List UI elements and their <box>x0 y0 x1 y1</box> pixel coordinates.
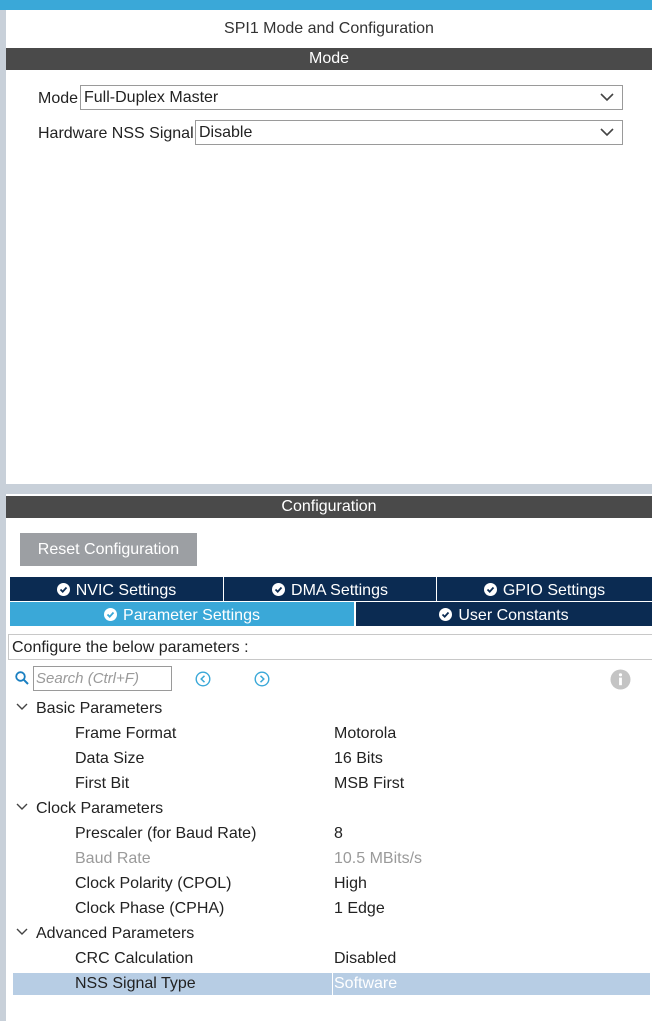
param-value: 16 Bits <box>334 750 383 767</box>
param-name: Clock Polarity (CPOL) <box>75 875 232 892</box>
panel-divider[interactable] <box>6 484 652 494</box>
param-name: Baud Rate <box>75 850 151 867</box>
param-name: Frame Format <box>75 725 177 742</box>
check-circle-icon <box>104 608 118 621</box>
tab-label: User Constants <box>458 607 569 624</box>
info-icon[interactable] <box>610 669 631 690</box>
tab-label: Parameter Settings <box>123 607 260 624</box>
tab-label: GPIO Settings <box>502 582 606 599</box>
param-row-prescaler[interactable]: Prescaler (for Baud Rate) 8 <box>13 823 650 845</box>
tab-gpio-settings[interactable]: GPIO Settings <box>437 577 652 601</box>
param-row-data-size[interactable]: Data Size 16 Bits <box>13 748 650 770</box>
search-input[interactable] <box>33 666 172 691</box>
chevron-down-icon <box>16 803 28 810</box>
tab-parameter-settings[interactable]: Parameter Settings <box>10 602 354 626</box>
param-value: Disabled <box>334 950 397 967</box>
param-value: MSB First <box>334 775 405 792</box>
panel-title: SPI1 Mode and Configuration <box>224 20 434 37</box>
param-row-clock-polarity[interactable]: Clock Polarity (CPOL) High <box>13 873 650 895</box>
param-row-crc-calculation[interactable]: CRC Calculation Disabled <box>13 948 650 970</box>
param-value: Motorola <box>334 725 397 742</box>
nss-select[interactable]: Disable <box>195 120 623 145</box>
check-circle-icon <box>56 583 70 596</box>
parameters-hint: Configure the below parameters : <box>8 634 652 660</box>
group-clock-parameters[interactable]: Clock Parameters <box>16 800 163 818</box>
chevron-down-icon <box>16 703 28 710</box>
param-value: 8 <box>334 825 343 842</box>
tab-label: NVIC Settings <box>75 582 177 599</box>
param-name: Clock Phase (CPHA) <box>75 900 225 917</box>
group-advanced-parameters[interactable]: Advanced Parameters <box>16 925 194 943</box>
check-circle-icon <box>483 583 497 596</box>
param-name: Data Size <box>75 750 145 767</box>
param-value: 1 Edge <box>334 900 385 917</box>
param-name: First Bit <box>75 775 130 792</box>
tab-label: DMA Settings <box>291 582 388 599</box>
group-basic-parameters[interactable]: Basic Parameters <box>16 700 162 718</box>
top-accent-bar <box>0 0 652 10</box>
param-value: High <box>334 875 367 892</box>
mode-label: Mode <box>38 90 79 107</box>
nss-label: Hardware NSS Signal <box>38 125 194 142</box>
configuration-section-header: Configuration <box>6 496 652 518</box>
mode-select[interactable]: Full-Duplex Master <box>80 85 623 110</box>
param-row-nss-signal-type[interactable]: NSS Signal Type Software <box>13 973 650 995</box>
tab-nvic-settings[interactable]: NVIC Settings <box>10 577 223 601</box>
nss-select-value: Disable <box>199 124 253 141</box>
chevron-down-icon <box>600 93 614 102</box>
param-name: Prescaler (for Baud Rate) <box>75 825 257 842</box>
param-name: NSS Signal Type <box>75 975 196 992</box>
group-label: Clock Parameters <box>36 800 164 817</box>
param-row-first-bit[interactable]: First Bit MSB First <box>13 773 650 795</box>
param-value: 10.5 MBits/s <box>334 850 423 867</box>
param-row-frame-format[interactable]: Frame Format Motorola <box>13 723 650 745</box>
search-icon <box>15 671 29 685</box>
group-label: Basic Parameters <box>36 700 163 717</box>
group-label: Advanced Parameters <box>36 925 195 942</box>
tab-dma-settings[interactable]: DMA Settings <box>224 577 436 601</box>
chevron-down-icon <box>16 928 28 935</box>
chevron-down-icon <box>600 128 614 137</box>
check-circle-icon <box>272 583 286 596</box>
param-value[interactable]: Software <box>332 973 397 995</box>
mode-panel: SPI1 Mode and Configuration Mode Mode Fu… <box>6 10 652 484</box>
param-row-clock-phase[interactable]: Clock Phase (CPHA) 1 Edge <box>13 898 650 920</box>
param-row-baud-rate: Baud Rate 10.5 MBits/s <box>13 848 650 870</box>
nav-prev-icon[interactable] <box>195 671 211 687</box>
mode-section-header: Mode <box>6 48 652 70</box>
reset-configuration-button[interactable]: Reset Configuration <box>20 533 197 566</box>
check-circle-icon <box>439 608 453 621</box>
configuration-panel: Configuration Reset Configuration NVIC S… <box>6 494 652 1021</box>
mode-select-value: Full-Duplex Master <box>84 89 219 106</box>
nav-next-icon[interactable] <box>254 671 270 687</box>
param-name: CRC Calculation <box>75 950 194 967</box>
tab-user-constants[interactable]: User Constants <box>356 602 652 626</box>
